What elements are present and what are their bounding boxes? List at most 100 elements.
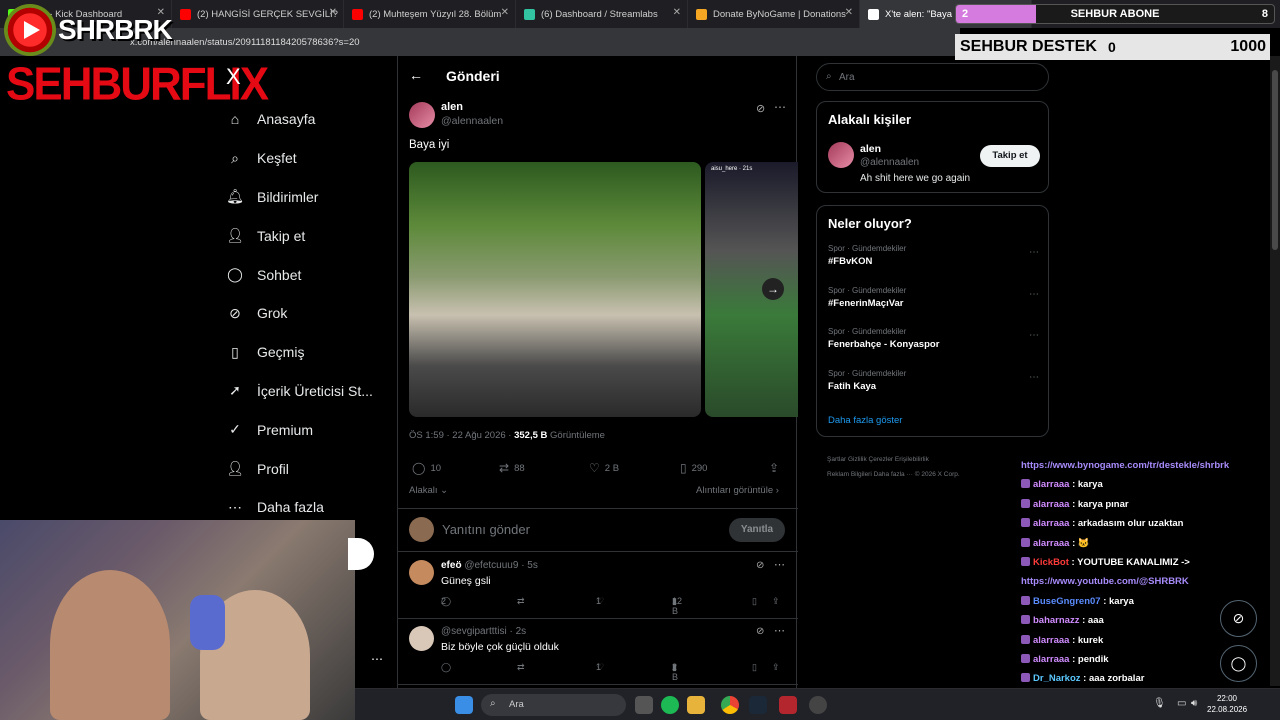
x-logo-icon[interactable]: X — [226, 64, 241, 90]
trend-item[interactable]: Spor · Gündemdekiler Fenerbahçe - Konyasp… — [828, 327, 1043, 350]
sidebar-item-3[interactable]: 👤︎ Takip et — [226, 216, 386, 255]
close-icon[interactable]: ✕ — [329, 7, 337, 18]
quotes-link[interactable]: Alıntıları görüntüle › — [696, 485, 779, 496]
repost-button[interactable]: ⇄ 88 — [499, 461, 525, 475]
footer-line[interactable]: Şartlar Gizlilik Çerezler Erişilebilirli… — [827, 452, 1047, 467]
volume-icon[interactable]: 🔊︎ — [1191, 698, 1197, 709]
avatar[interactable] — [828, 142, 854, 168]
sidebar-item-1[interactable]: ⌕ Keşfet — [226, 139, 386, 178]
grok-icon[interactable]: ⊘ — [756, 626, 764, 637]
footer-links[interactable]: Şartlar Gizlilik Çerezler Erişilebilirli… — [827, 452, 1047, 482]
sidebar-item-0[interactable]: ⌂ Anasayfa — [226, 100, 386, 139]
more-options-icon[interactable]: ⋯ — [774, 558, 785, 571]
search-input[interactable]: ⌕ Ara — [816, 63, 1049, 91]
sidebar-item-6[interactable]: ▯ Geçmiş — [226, 333, 386, 372]
file-explorer-icon[interactable] — [687, 696, 705, 714]
chat-link[interactable]: https://www.bynogame.com/tr/destekle/shr… — [1021, 460, 1229, 471]
post-button-edge[interactable] — [348, 538, 374, 570]
spotify-icon[interactable] — [661, 696, 679, 714]
grok-fab-icon[interactable]: ⊘ — [1220, 600, 1257, 637]
task-view-icon[interactable] — [635, 696, 653, 714]
mic-icon[interactable]: 🎙︎ — [1153, 698, 1166, 709]
chat-username[interactable]: alarraaa — [1033, 635, 1069, 646]
chat-username[interactable]: alarraaa — [1033, 518, 1069, 529]
browser-tab[interactable]: (2) Muhteşem Yüzyıl 28. Bölüm ✕ — [344, 0, 516, 28]
share-icon[interactable]: ⇪ — [772, 596, 780, 607]
comment[interactable]: efeö @efetcuuu9 · 5s Güneş gsli ◯ 2 ⇄ ♡ 1 ▮ 1… — [398, 553, 798, 619]
share-icon[interactable]: ⇪ — [772, 662, 780, 673]
browser-tab[interactable]: (2) HANGİSİ GERÇEK SEVGİLİ? ✕ — [172, 0, 344, 28]
taskbar-search[interactable]: ⌕ Ara — [481, 694, 626, 716]
post-photo-2[interactable]: aisu_here · 21s — [705, 162, 798, 417]
repost-icon[interactable]: ⇄ — [517, 596, 525, 607]
author-name[interactable]: alen — [441, 101, 463, 113]
sidebar-item-9[interactable]: 👤︎ Profil — [226, 449, 386, 488]
trend-item[interactable]: Spor · Gündemdekiler #FenerinMaçıVar ⋯ — [828, 286, 1043, 309]
comment-author[interactable]: efeö @efetcuuu9 · 5s — [441, 560, 538, 571]
show-more-link[interactable]: Daha fazla göster — [828, 415, 902, 426]
bookmark-icon[interactable]: ▯ — [752, 596, 757, 607]
chat-username[interactable]: alarraaa — [1033, 538, 1069, 549]
obs-icon[interactable] — [809, 696, 827, 714]
follow-button[interactable]: Takip et — [980, 145, 1040, 167]
chat-username[interactable]: KickBot — [1033, 557, 1069, 568]
sidebar-item-5[interactable]: ⊘ Grok — [226, 294, 386, 333]
sidebar-item-8[interactable]: ✓ Premium — [226, 410, 386, 449]
share-button[interactable]: ⇪ — [769, 461, 784, 475]
grok-icon[interactable]: ⊘ — [756, 102, 765, 115]
more-options-icon[interactable]: ⋯ — [1029, 247, 1039, 258]
author-handle[interactable]: @alennaalen — [441, 115, 503, 127]
sidebar-item-7[interactable]: ➚ İçerik Üreticisi St... — [226, 372, 386, 411]
trend-item[interactable]: Spor · Gündemdekiler Fatih Kaya ⋯ — [828, 369, 1043, 392]
more-options-icon[interactable]: ⋯ — [1029, 289, 1039, 300]
like-button[interactable]: ♡ 2 B — [589, 461, 619, 475]
scrollbar[interactable] — [1270, 56, 1280, 686]
browser-tab[interactable]: Donate ByNoGame | Donations ✕ — [688, 0, 860, 28]
more-options-icon[interactable]: ⋯ — [774, 624, 785, 637]
chat-username[interactable]: BuseGngren07 — [1033, 596, 1101, 607]
more-options-icon[interactable]: ⋯ — [774, 100, 786, 114]
related-name[interactable]: alen — [860, 143, 881, 155]
more-options-icon[interactable]: ⋯ — [1029, 330, 1039, 341]
close-icon[interactable]: ✕ — [845, 7, 853, 18]
network-icon[interactable]: ▭ — [1177, 698, 1186, 709]
chat-username[interactable]: baharnazz — [1033, 615, 1079, 626]
clock[interactable]: 22:00 22.08.2026 — [1207, 693, 1247, 715]
avatar[interactable] — [409, 560, 434, 585]
reply-button[interactable]: ◯ 10 — [412, 461, 441, 475]
close-icon[interactable]: ✕ — [501, 7, 509, 18]
reply-input[interactable]: Yanıtını gönder — [442, 522, 530, 537]
post-photo[interactable] — [409, 162, 701, 417]
sidebar-item-4[interactable]: ◯ Sohbet — [226, 255, 386, 294]
footer-line[interactable]: Reklam Bilgileri Daha fazla ··· © 2026 X… — [827, 467, 1047, 482]
start-icon[interactable] — [455, 696, 473, 714]
grok-icon[interactable]: ⊘ — [756, 560, 764, 571]
comment-author[interactable]: @sevgipartttisi · 2s — [441, 626, 526, 637]
close-icon[interactable]: ✕ — [673, 7, 681, 18]
more-options-icon[interactable]: ⋯ — [1029, 372, 1039, 383]
browser-tab[interactable]: (6) Dashboard / Streamlabs ✕ — [516, 0, 688, 28]
chat-username[interactable]: alarraaa — [1033, 499, 1069, 510]
sidebar-item-2[interactable]: 🔔︎ Bildirimler — [226, 178, 386, 217]
bookmark-button[interactable]: ▯ 290 — [680, 461, 707, 475]
trend-item[interactable]: Spor · Gündemdekiler #FBvKON ⋯ — [828, 244, 1043, 267]
steam-icon[interactable] — [749, 696, 767, 714]
comment[interactable]: @sevgipartttisi · 2s Biz böyle çok güçlü … — [398, 619, 798, 685]
chat-username[interactable]: Dr_Narkoz — [1033, 673, 1081, 684]
related-handle[interactable]: @alennaalen — [860, 157, 919, 168]
reply-submit-button[interactable]: Yanıtla — [729, 518, 785, 542]
scrollbar-thumb[interactable] — [1272, 70, 1278, 250]
next-photo-arrow-icon[interactable]: → — [762, 278, 784, 300]
chat-username[interactable]: alarraaa — [1033, 654, 1069, 665]
back-arrow-icon[interactable]: ← — [409, 67, 423, 83]
app-icon[interactable] — [779, 696, 797, 714]
chat-username[interactable]: alarraaa — [1033, 479, 1069, 490]
avatar[interactable] — [409, 102, 435, 128]
account-more-icon[interactable]: ⋯ — [371, 652, 383, 666]
chat-link[interactable]: https://www.youtube.com/@SHRBRK — [1021, 576, 1189, 587]
repost-icon[interactable]: ⇄ — [517, 662, 525, 673]
bookmark-icon[interactable]: ▯ — [752, 662, 757, 673]
avatar[interactable] — [409, 626, 434, 651]
sort-dropdown[interactable]: Alakalı ⌄ — [409, 485, 448, 496]
messages-fab-icon[interactable]: ◯ — [1220, 645, 1257, 682]
